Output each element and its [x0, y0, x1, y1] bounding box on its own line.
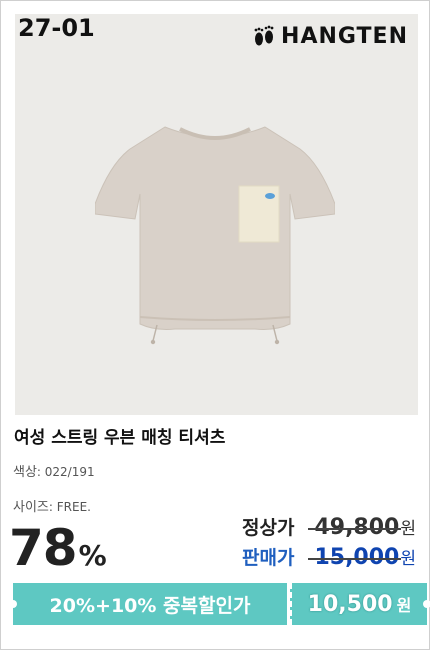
sale-currency: 원 — [400, 549, 416, 569]
promo-discount-text: 20%+10% 중복할인가 — [9, 583, 287, 625]
size-info: 사이즈: FREE. — [13, 496, 91, 515]
color-value: : 022/191 — [36, 465, 95, 479]
discount-symbol: % — [78, 539, 107, 572]
final-price: 10,500 — [307, 591, 393, 617]
product-image[interactable]: 27-01 HANGTEN — [15, 14, 418, 415]
notch-right — [423, 600, 430, 608]
brand-logo: HANGTEN — [253, 24, 408, 49]
brand-name: HANGTEN — [281, 24, 408, 49]
regular-price-row: 정상가 49,800 원 — [242, 513, 416, 540]
promo-label: 20%+10% 중복할인가 — [49, 594, 251, 617]
product-code: 27-01 — [18, 14, 95, 42]
notch-left — [9, 600, 17, 608]
promo-final-price: 10,500 원 — [290, 583, 430, 625]
discount-rate: 78% — [9, 523, 107, 573]
strikethrough — [308, 558, 402, 560]
strikethrough — [308, 528, 402, 530]
size-value: : FREE. — [48, 500, 91, 514]
final-currency: 원 — [396, 596, 412, 615]
sale-price-label: 판매가 — [242, 547, 295, 569]
tshirt-image — [94, 109, 336, 353]
promo-banner[interactable]: 20%+10% 중복할인가 10,500 원 — [9, 583, 430, 625]
product-card[interactable]: 27-01 HANGTEN 여성 스트링 우븐 매칭 티셔츠 색상: 022/1… — [0, 0, 430, 650]
product-name[interactable]: 여성 스트링 우븐 매칭 티셔츠 — [14, 423, 225, 448]
sale-price-row: 판매가 15,000 원 — [242, 543, 416, 570]
footprints-icon — [253, 25, 275, 49]
regular-price-label: 정상가 — [242, 517, 295, 539]
size-label: 사이즈 — [13, 500, 49, 515]
regular-price: 49,800 — [308, 515, 402, 540]
sale-price: 15,000 — [308, 545, 402, 570]
discount-number: 78 — [9, 519, 78, 577]
color-info: 색상: 022/191 — [13, 461, 95, 480]
color-label: 색상 — [13, 465, 37, 480]
regular-currency: 원 — [400, 519, 416, 539]
